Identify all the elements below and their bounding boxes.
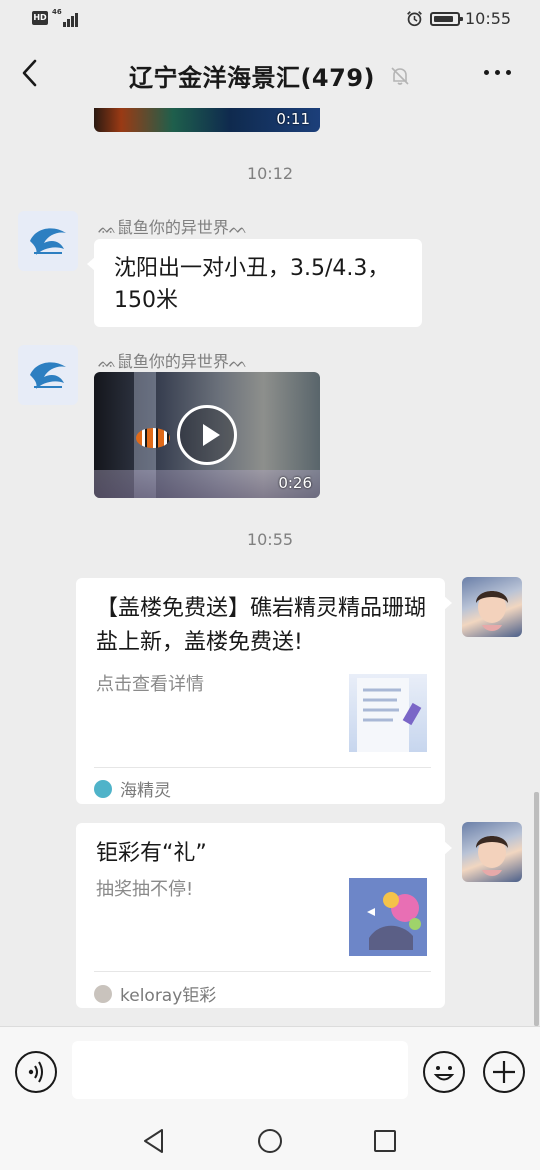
- timestamp: 10:55: [246, 530, 294, 549]
- status-bar: HD 46 10:55: [0, 0, 540, 38]
- card-title: 【盖楼免费送】礁岩精灵精品珊瑚盐上新，盖楼免费送!: [96, 596, 427, 655]
- card-description: 点击查看详情: [96, 674, 204, 695]
- mini-program-icon: [94, 779, 112, 798]
- network-label: 46: [52, 8, 62, 16]
- alarm-icon: [407, 11, 422, 27]
- video-message[interactable]: 0:26: [94, 372, 320, 498]
- bell-off-icon: [391, 66, 409, 85]
- message-input[interactable]: [72, 1041, 408, 1099]
- message-text: 沈阳出一对小丑，3.5/4.3，150米: [114, 256, 390, 313]
- voice-button[interactable]: [15, 1051, 57, 1093]
- avatar[interactable]: [18, 345, 78, 405]
- input-bar: [0, 1026, 540, 1112]
- video-duration: 0:26: [278, 474, 312, 492]
- emoji-button[interactable]: [423, 1051, 465, 1093]
- fish-logo-icon: [30, 228, 66, 255]
- nav-recent-icon[interactable]: [374, 1130, 396, 1152]
- avatar[interactable]: [462, 577, 522, 637]
- page-title: 辽宁金洋海景汇(479): [128, 64, 376, 92]
- sender-name: ᨐ鼠鱼你的异世界ᨓ: [98, 352, 248, 371]
- avatar[interactable]: [18, 211, 78, 271]
- card-title: 钜彩有“礼”: [96, 841, 207, 866]
- video-message-partial[interactable]: 0:11: [94, 108, 320, 132]
- plus-button[interactable]: [483, 1051, 525, 1093]
- system-nav-bar: [0, 1112, 540, 1170]
- voice-icon: [28, 1061, 43, 1083]
- user-photo-icon: [476, 591, 508, 631]
- nav-home-icon[interactable]: [258, 1129, 282, 1153]
- link-card[interactable]: 钜彩有“礼” 抽奖抽不停! keloray钜彩: [76, 823, 452, 1008]
- timestamp: 10:12: [246, 164, 294, 183]
- clownfish-image: [136, 428, 170, 448]
- scrollbar[interactable]: [534, 792, 539, 1026]
- chat-area[interactable]: 0:11 10:12 ᨐ鼠鱼你的异世界ᨓ 沈阳出一对小丑，3.5/4.3，150…: [0, 108, 540, 1026]
- card-source: keloray钜彩: [94, 981, 216, 1006]
- card-source: 海精灵: [94, 776, 171, 801]
- avatar[interactable]: [462, 822, 522, 882]
- chat-title-area[interactable]: 辽宁金洋海景汇(479): [0, 58, 540, 93]
- sender-name: ᨐ鼠鱼你的异世界ᨓ: [98, 218, 248, 237]
- play-icon[interactable]: [177, 405, 237, 465]
- card-source-label: 海精灵: [120, 781, 171, 801]
- public-account-icon: [94, 984, 112, 1003]
- user-photo-icon: [476, 836, 508, 876]
- nav-back-icon[interactable]: [142, 1128, 166, 1154]
- battery-icon: [430, 12, 463, 26]
- card-divider: [94, 767, 431, 768]
- more-horizontal-icon[interactable]: [484, 66, 512, 80]
- card-divider: [94, 971, 431, 972]
- card-thumbnail: [349, 674, 427, 752]
- text-message-bubble[interactable]: 沈阳出一对小丑，3.5/4.3，150米: [87, 239, 422, 327]
- emoji-icon: [433, 1066, 455, 1081]
- card-source-label: keloray钜彩: [120, 986, 217, 1006]
- chat-header: 辽宁金洋海景汇(479): [0, 38, 540, 108]
- plus-icon: [493, 1061, 515, 1083]
- clock: 10:55: [465, 9, 512, 28]
- card-thumbnail: [349, 878, 427, 956]
- hd-badge: HD: [32, 11, 48, 25]
- fish-logo-icon: [30, 362, 66, 389]
- video-duration: 0:11: [276, 110, 310, 128]
- link-card[interactable]: 【盖楼免费送】礁岩精灵精品珊瑚盐上新，盖楼免费送! 点击查看详情 海精灵: [76, 578, 452, 804]
- card-description: 抽奖抽不停!: [96, 879, 194, 900]
